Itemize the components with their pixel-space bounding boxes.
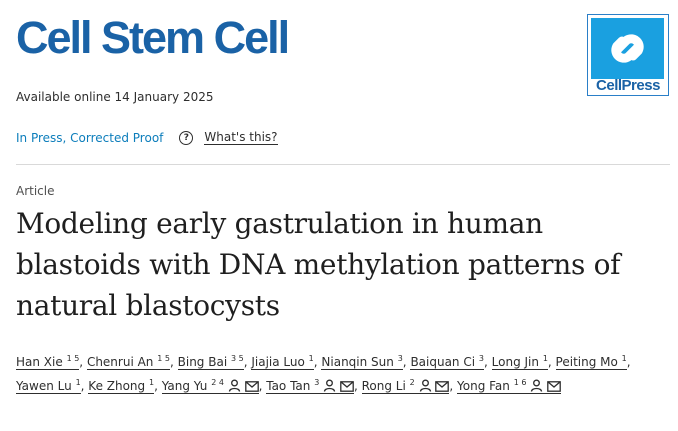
author-link[interactable]: Han Xie 1 5 — [16, 354, 80, 370]
author-name: Yang Yu — [161, 379, 208, 393]
author-item: Yong Fan 1 6 — [457, 378, 562, 394]
author-separator: , — [154, 379, 162, 393]
author-name: Yawen Lu — [16, 379, 72, 393]
author-separator: , — [169, 355, 178, 369]
author-name: Tao Tan — [266, 379, 311, 393]
author-item: Bing Bai 3 5, — [177, 354, 252, 370]
author-link[interactable]: Peiting Mo 1 — [555, 355, 627, 370]
author-separator: , — [79, 355, 87, 369]
author-affiliation-marks: 3 — [314, 378, 320, 387]
availability-date: Available online 14 January 2025 — [16, 90, 214, 104]
author-affiliation-marks: 2 — [409, 378, 415, 387]
author-name: Baiquan Ci — [410, 355, 476, 369]
header-divider — [16, 164, 670, 165]
author-name: Long Jin — [491, 355, 539, 369]
author-item: Baiquan Ci 3, — [410, 355, 491, 370]
envelope-icon — [244, 376, 259, 400]
envelope-icon — [435, 376, 450, 400]
author-name: Ke Zhong — [88, 379, 146, 393]
article-type-label: Article — [16, 184, 55, 198]
author-name: Bing Bai — [177, 355, 228, 369]
author-name: Yong Fan — [457, 379, 510, 393]
person-icon — [228, 376, 241, 400]
author-item: Ke Zhong 1, — [88, 379, 161, 394]
author-link[interactable]: Nianqin Sun 3 — [321, 355, 403, 370]
author-item: Tao Tan 3 , — [266, 379, 361, 394]
journal-title[interactable]: Cell Stem Cell — [16, 10, 290, 66]
whats-this-link[interactable]: What's this? — [204, 131, 278, 145]
author-name: Nianqin Sun — [321, 355, 394, 369]
author-name: Jiajia Luo — [251, 355, 305, 369]
article-title: Modeling early gastrulation in human bla… — [16, 207, 621, 322]
person-icon — [530, 376, 543, 400]
author-link[interactable]: Baiquan Ci 3 — [410, 355, 484, 370]
author-link[interactable]: Yawen Lu 1 — [16, 379, 81, 394]
author-affiliation-marks: 1 5 — [157, 354, 170, 363]
author-item: Yawen Lu 1, — [16, 379, 88, 394]
author-affiliation-marks: 3 5 — [230, 354, 244, 363]
author-item: Chenrui An 1 5, — [86, 354, 178, 370]
author-item: Long Jin 1, — [491, 355, 556, 370]
author-name: Chenrui An — [86, 355, 154, 369]
author-separator: , — [449, 379, 458, 393]
person-icon — [419, 376, 432, 400]
author-item: Jiajia Luo 1, — [251, 355, 321, 370]
author-item: Rong Li 2 , — [361, 378, 458, 394]
envelope-icon — [547, 376, 561, 400]
author-list: Han Xie 1 5, Chenrui An 1 5, Bing Bai 3 … — [16, 350, 668, 400]
cellpress-logo[interactable]: CellPress — [587, 14, 669, 96]
article-status-row: In Press, Corrected Proof ? What's this? — [16, 131, 278, 145]
author-name: Peiting Mo — [555, 355, 618, 369]
envelope-icon — [340, 376, 354, 400]
author-separator: , — [484, 355, 492, 369]
cellpress-link-icon — [611, 34, 644, 63]
author-affiliation-marks: 1 6 — [513, 378, 527, 387]
author-item: Peiting Mo 1, — [555, 355, 631, 370]
author-link[interactable]: Rong Li 2 — [361, 378, 450, 394]
author-name: Rong Li — [361, 379, 406, 393]
question-circle-icon[interactable]: ? — [179, 131, 194, 145]
author-separator: , — [353, 379, 362, 393]
author-separator: , — [547, 355, 556, 369]
author-name: Han Xie — [16, 355, 63, 369]
person-icon — [323, 376, 336, 400]
author-affiliation-marks: 1 5 — [66, 354, 80, 363]
author-link[interactable]: Bing Bai 3 5 — [177, 354, 244, 370]
author-link[interactable]: Yong Fan 1 6 — [457, 378, 562, 394]
author-item: Yang Yu 2 4 , — [161, 378, 267, 394]
cellpress-logo-text: CellPress — [596, 77, 660, 94]
author-item: Nianqin Sun 3, — [321, 355, 410, 370]
author-link[interactable]: Long Jin 1 — [491, 355, 548, 370]
author-affiliation-marks: 2 4 — [211, 378, 224, 387]
author-link[interactable]: Yang Yu 2 4 — [161, 378, 259, 394]
author-link[interactable]: Tao Tan 3 — [266, 379, 354, 394]
author-link[interactable]: Jiajia Luo 1 — [251, 355, 314, 370]
in-press-link[interactable]: In Press, Corrected Proof — [16, 131, 163, 145]
author-separator: , — [626, 355, 631, 369]
author-link[interactable]: Chenrui An 1 5 — [86, 354, 170, 370]
author-link[interactable]: Ke Zhong 1 — [88, 379, 155, 394]
author-item: Han Xie 1 5, — [16, 355, 87, 370]
